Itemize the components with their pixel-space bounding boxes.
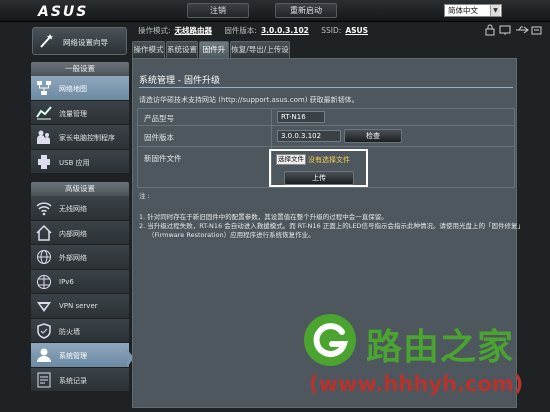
system-log-icon <box>37 372 51 387</box>
choose-file-button[interactable]: 选择文件 <box>276 154 306 165</box>
sidebar-item-firewall[interactable]: 防火墙 <box>31 318 129 343</box>
firmware-version-row-label: 固件版本 <box>144 133 174 142</box>
traffic-icon <box>36 105 52 119</box>
quick-setup-button[interactable]: 网络设置向导 <box>32 27 127 55</box>
sidebar-item-administration[interactable]: 系统管理 <box>31 343 129 368</box>
upload-button[interactable]: 上传 <box>284 171 354 185</box>
language-select[interactable]: 简体中文 ▼ <box>444 4 502 17</box>
firmware-version-value[interactable]: 3.0.0.3.102 <box>261 26 309 35</box>
notes-section: 注 : 1. 针对同时存在于新旧固件中的配置参数，其设置值在整个升级的过程中会一… <box>139 192 524 240</box>
network-map-icon <box>37 81 51 95</box>
sidebar-item-label: 防火墙 <box>59 327 80 336</box>
column-divider <box>271 109 272 125</box>
usb-status-icon[interactable] <box>516 26 529 34</box>
sidebar-item-label: 外部网络 <box>59 254 87 262</box>
sidebar-item-label: USB 应用 <box>59 158 90 167</box>
parental-control-icon <box>37 130 50 144</box>
sidebar-item-label: IPv6 <box>59 277 74 286</box>
note-line: 1. 针对同时存在于新旧固件中的配置参数，其设置值在整个升级的过程中会一直保留。 <box>139 213 388 221</box>
note-line: （Firmware Restoration）应用程序进行系统恢复作业。 <box>148 231 315 239</box>
no-file-chosen-text: 没有选择文件 <box>308 156 350 164</box>
lock-icon[interactable] <box>485 24 495 36</box>
sidebar-general-title: 一般设置 <box>31 62 129 76</box>
watermark-text: 路由之家 <box>366 327 515 368</box>
router-admin-page: ASUS 注销 重新启动 简体中文 ▼ 网络设置向导 操作模式: 无线路由器 固件… <box>0 0 550 412</box>
tab-firmware-upgrade[interactable]: 固件升级 <box>199 41 229 70</box>
sidebar-item-label: 内部网络 <box>59 229 87 238</box>
magic-wand-icon <box>40 34 53 48</box>
sidebar-general-section: 一般设置 网络地图 流量管理 家长电脑控制程序 USB 应用 <box>31 62 129 174</box>
support-description: 请造访华硕技术支持网站 (http://support.asus.com) 获取… <box>139 96 359 104</box>
sidebar-item-usb-application[interactable]: USB 应用 <box>31 149 129 174</box>
tab-operation-mode[interactable]: 操作模式 <box>132 41 165 58</box>
notes-title: 注 : <box>139 192 150 200</box>
logout-button[interactable]: 注销 <box>187 3 249 18</box>
network-icon[interactable] <box>499 25 511 35</box>
wan-icon <box>37 250 51 264</box>
page-title: 系统管理 - 固件升级 <box>139 76 220 86</box>
tab-restore-save-upload[interactable]: 恢复/导出/上传设置 <box>230 41 290 70</box>
administration-icon <box>37 348 51 362</box>
firmware-version-row: 固件版本 3.0.0.3.102 检查 <box>138 126 514 147</box>
sidebar-item-traffic-manager[interactable]: 流量管理 <box>31 100 129 125</box>
product-id-value: RT-N16 <box>277 111 325 123</box>
operation-mode-label: 操作模式: <box>138 26 171 35</box>
ipv6-icon <box>37 274 51 289</box>
status-icons <box>485 24 542 36</box>
sidebar-item-label: 家长电脑控制程序 <box>59 134 115 142</box>
firmware-version-label: 固件版本: <box>224 26 257 35</box>
watermark-url: (www.hhhyh.com) <box>309 372 524 396</box>
operation-mode-value[interactable]: 无线路由器 <box>175 26 213 35</box>
reboot-button[interactable]: 重新启动 <box>275 3 337 18</box>
firewall-icon <box>37 322 51 339</box>
sidebar-advanced-section: 高级设置 无线网络 内部网络 外部网络 IPv6 VPN server 防火墙 … <box>31 182 129 392</box>
sidebar-advanced-title: 高级设置 <box>31 182 129 196</box>
ssid-label: SSID: <box>321 26 342 35</box>
sidebar-item-wan[interactable]: 外部网络 <box>31 245 129 270</box>
status-line: 操作模式: 无线路由器 固件版本: 3.0.0.3.102 SSID: ASUS <box>138 25 372 37</box>
tab-system-settings[interactable]: 系统设置 <box>166 41 198 58</box>
new-firmware-label: 新固件文件 <box>144 154 182 163</box>
sidebar-item-system-log[interactable]: 系统记录 <box>31 367 129 392</box>
sidebar-item-label: 无线网络 <box>59 205 87 213</box>
sidebar-item-label: 系统管理 <box>59 352 87 360</box>
top-header: ASUS 注销 重新启动 简体中文 ▼ <box>0 0 550 22</box>
quick-setup-label: 网络设置向导 <box>63 38 108 47</box>
sidebar-item-wireless[interactable]: 无线网络 <box>31 196 129 221</box>
product-id-row: 产品型号 RT-N16 <box>138 109 514 126</box>
vpn-icon <box>37 302 51 312</box>
sidebar-item-label: VPN server <box>59 302 98 310</box>
product-id-label: 产品型号 <box>144 114 174 123</box>
sidebar-item-label: 网络地图 <box>59 85 87 93</box>
wireless-icon <box>36 202 52 216</box>
note-line: 2. 当升级过程失败，RT-N16 会自动进入救援模式。而 RT-N16 正面上… <box>139 222 524 230</box>
title-divider <box>139 87 513 88</box>
sidebar-item-network-map[interactable]: 网络地图 <box>31 76 129 101</box>
sidebar-item-lan[interactable]: 内部网络 <box>31 220 129 245</box>
check-button[interactable]: 检查 <box>344 129 402 143</box>
watermark-logo-icon <box>304 314 356 366</box>
firmware-version-row-value: 3.0.0.3.102 <box>277 130 341 142</box>
ssid-value[interactable]: ASUS <box>345 26 368 35</box>
usb-icon <box>38 154 50 169</box>
sidebar-item-vpn-server[interactable]: VPN server <box>31 294 129 319</box>
sidebar-item-parental-control[interactable]: 家长电脑控制程序 <box>31 125 129 150</box>
chevron-down-icon: ▼ <box>490 5 500 16</box>
sidebar-item-ipv6[interactable]: IPv6 <box>31 269 129 294</box>
sidebar-item-label: 流量管理 <box>59 109 87 118</box>
sidebar-item-label: 系统记录 <box>59 376 87 385</box>
disk-icon[interactable] <box>531 26 542 35</box>
asus-logo: ASUS <box>38 4 89 20</box>
language-value: 简体中文 <box>448 6 478 15</box>
column-divider <box>271 126 272 146</box>
lan-icon <box>36 224 52 241</box>
